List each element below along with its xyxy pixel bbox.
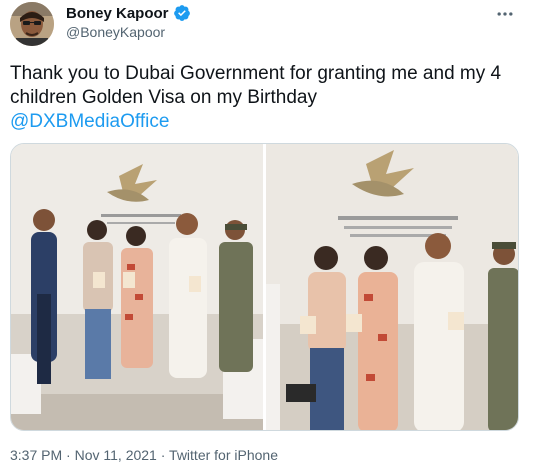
tweet-body: Thank you to Dubai Government for granti… [10,63,502,108]
tweet-meta: 3:37 PM · Nov 11, 2021 · Twitter for iPh… [10,447,278,463]
author-name-row[interactable]: Boney Kapoor [66,4,191,22]
author-handle[interactable]: @BoneyKapoor [66,24,165,40]
verified-badge-icon [173,4,191,22]
tweet-source: Twitter for iPhone [169,447,278,463]
mention-link[interactable]: @DXBMediaOffice [10,110,525,134]
avatar[interactable] [10,2,54,46]
media-photo-2[interactable] [266,144,518,430]
author-name[interactable]: Boney Kapoor [66,5,169,22]
tweet-text: Thank you to Dubai Government for granti… [10,62,525,134]
media-grid[interactable] [10,143,519,431]
meta-separator-1: · [62,447,75,463]
tweet-card[interactable]: Boney Kapoor @BoneyKapoor Thank you to D… [0,0,537,471]
media-photo-1[interactable] [11,144,263,430]
tweet-time[interactable]: 3:37 PM [10,447,62,463]
tweet-date[interactable]: Nov 11, 2021 [75,447,157,463]
meta-separator-2: · [156,447,170,463]
more-options-icon[interactable] [495,4,515,29]
